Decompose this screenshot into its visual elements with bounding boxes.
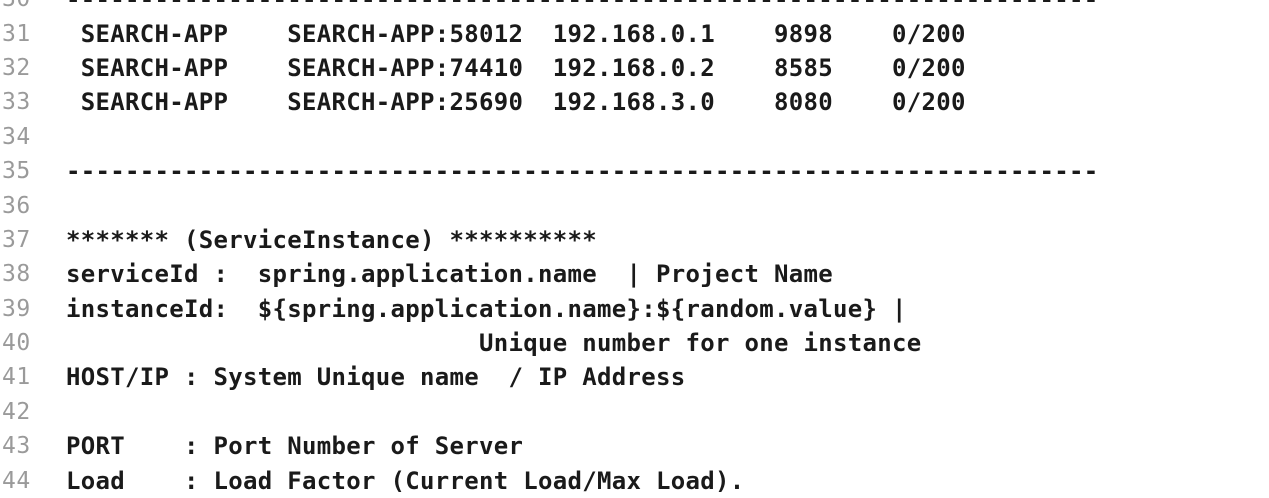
line-number: 31 bbox=[2, 20, 31, 47]
line-number: 35 bbox=[2, 158, 31, 185]
code-line: 39 instanceId: ${spring.application.name… bbox=[0, 292, 1269, 326]
code-line: 41 HOST/IP : System Unique name / IP Add… bbox=[0, 360, 1269, 394]
line-number: 40 bbox=[2, 330, 31, 357]
code-text: Unique number for one instance bbox=[66, 329, 922, 358]
line-number: 36 bbox=[2, 192, 31, 219]
code-line: 34 bbox=[0, 120, 1269, 154]
code-line: 44 Load : Load Factor (Current Load/Max … bbox=[0, 463, 1269, 497]
code-line: 37 ******* (ServiceInstance) ********** bbox=[0, 223, 1269, 257]
code-text: HOST/IP : System Unique name / IP Addres… bbox=[66, 363, 686, 392]
line-number: 39 bbox=[2, 295, 31, 322]
code-text: ----------------------------------------… bbox=[66, 157, 1099, 186]
code-line: 40 Unique number for one instance bbox=[0, 326, 1269, 360]
line-number: 44 bbox=[2, 467, 31, 494]
code-line: 30 -------------------------------------… bbox=[0, 0, 1269, 16]
line-number: 42 bbox=[2, 398, 31, 425]
line-number: 34 bbox=[2, 123, 31, 150]
code-text: SEARCH-APP SEARCH-APP:74410 192.168.0.2 … bbox=[66, 53, 966, 82]
line-number: 38 bbox=[2, 261, 31, 288]
code-text: ******* (ServiceInstance) ********** bbox=[66, 225, 597, 254]
line-number: 41 bbox=[2, 364, 31, 391]
code-line: 38 serviceId : spring.application.name |… bbox=[0, 257, 1269, 291]
code-line: 33 SEARCH-APP SEARCH-APP:25690 192.168.3… bbox=[0, 85, 1269, 119]
code-line: 36 bbox=[0, 188, 1269, 222]
line-number: 43 bbox=[2, 433, 31, 460]
line-number: 32 bbox=[2, 54, 31, 81]
code-line: 35 -------------------------------------… bbox=[0, 154, 1269, 188]
code-text: SEARCH-APP SEARCH-APP:58012 192.168.0.1 … bbox=[66, 19, 966, 48]
code-line: 43 PORT : Port Number of Server bbox=[0, 429, 1269, 463]
line-number: 33 bbox=[2, 89, 31, 116]
code-line: 31 SEARCH-APP SEARCH-APP:58012 192.168.0… bbox=[0, 16, 1269, 50]
code-line: 32 SEARCH-APP SEARCH-APP:74410 192.168.0… bbox=[0, 51, 1269, 85]
code-editor[interactable]: 30 -------------------------------------… bbox=[0, 0, 1269, 498]
code-text: SEARCH-APP SEARCH-APP:25690 192.168.3.0 … bbox=[66, 88, 966, 117]
code-text: serviceId : spring.application.name | Pr… bbox=[66, 260, 833, 289]
code-text: ----------------------------------------… bbox=[50, 0, 1098, 13]
line-number: 30 bbox=[0, 0, 50, 12]
code-text: instanceId: ${spring.application.name}:$… bbox=[66, 294, 907, 323]
code-text: PORT : Port Number of Server bbox=[66, 432, 524, 461]
code-text: Load : Load Factor (Current Load/Max Loa… bbox=[66, 466, 745, 495]
line-number: 37 bbox=[2, 226, 31, 253]
code-line: 42 bbox=[0, 395, 1269, 429]
